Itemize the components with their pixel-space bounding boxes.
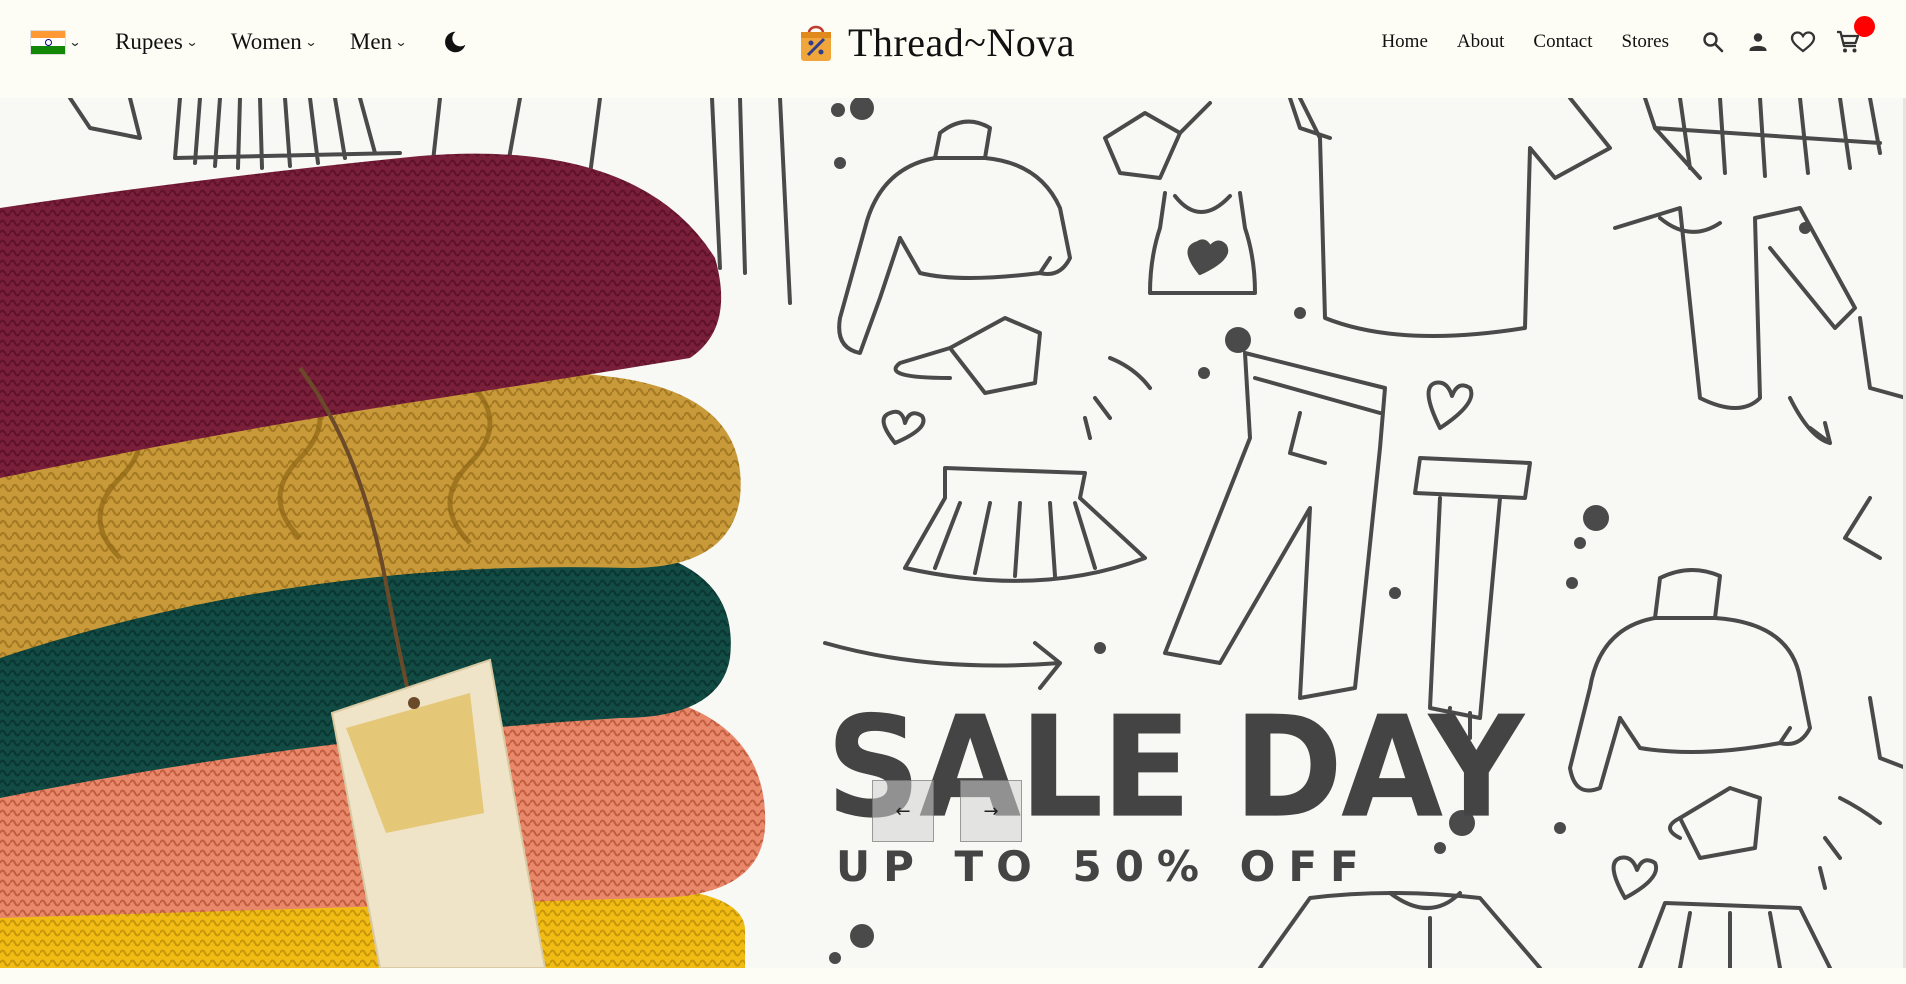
nav-link-stores[interactable]: Stores [1622, 31, 1670, 53]
moon-icon[interactable] [442, 29, 468, 55]
india-flag-icon [30, 29, 66, 55]
chevron-down-icon: ⌄ [185, 35, 199, 49]
arrow-right-icon: → [983, 800, 999, 822]
nav-left-group: ⌄ Rupees ⌄ Women ⌄ Men ⌄ [30, 22, 468, 62]
women-label: Women [230, 29, 302, 54]
sale-subheadline: UP TO 50% OFF [836, 842, 1372, 891]
shopping-bag-logo-icon [801, 25, 831, 61]
chevron-down-icon: ⌄ [304, 35, 318, 49]
arrow-left-icon: ← [895, 800, 911, 822]
country-selector[interactable]: ⌄ [30, 29, 82, 55]
nav-right-group: Home About Contact Stores [1381, 16, 1875, 64]
user-icon [1749, 33, 1767, 51]
men-label: Men [349, 29, 393, 54]
women-menu[interactable]: Women ⌄ [230, 29, 318, 55]
chevron-down-icon: ⌄ [68, 35, 82, 49]
account-button[interactable] [1744, 28, 1772, 56]
cart-count-badge [1854, 16, 1875, 37]
currency-dropdown[interactable]: Rupees ⌄ [115, 29, 199, 55]
wishlist-button[interactable] [1789, 28, 1817, 56]
men-menu[interactable]: Men ⌄ [349, 29, 408, 55]
nav-link-contact[interactable]: Contact [1533, 31, 1592, 53]
sweater-stack-image [0, 153, 766, 968]
top-navbar: ⌄ Rupees ⌄ Women ⌄ Men ⌄ Thread~Nova Hom… [0, 0, 1906, 98]
nav-link-about[interactable]: About [1457, 31, 1505, 53]
search-button[interactable] [1699, 28, 1727, 56]
heart-icon [1790, 31, 1816, 53]
cart-button[interactable] [1834, 16, 1875, 56]
hero-banner: SALE DAY UP TO 50% OFF ← → [0, 98, 1906, 968]
search-icon [1703, 32, 1724, 53]
nav-icons [1699, 16, 1875, 56]
brand-name: Thread~Nova [848, 19, 1076, 65]
chevron-down-icon: ⌄ [394, 35, 408, 49]
brand[interactable]: Thread~Nova [798, 14, 1075, 70]
carousel-prev-button[interactable]: ← [872, 780, 934, 842]
nav-link-home[interactable]: Home [1381, 31, 1427, 53]
currency-label: Rupees [115, 29, 183, 54]
carousel-next-button[interactable]: → [960, 780, 1022, 842]
page-bottom [0, 968, 1906, 984]
